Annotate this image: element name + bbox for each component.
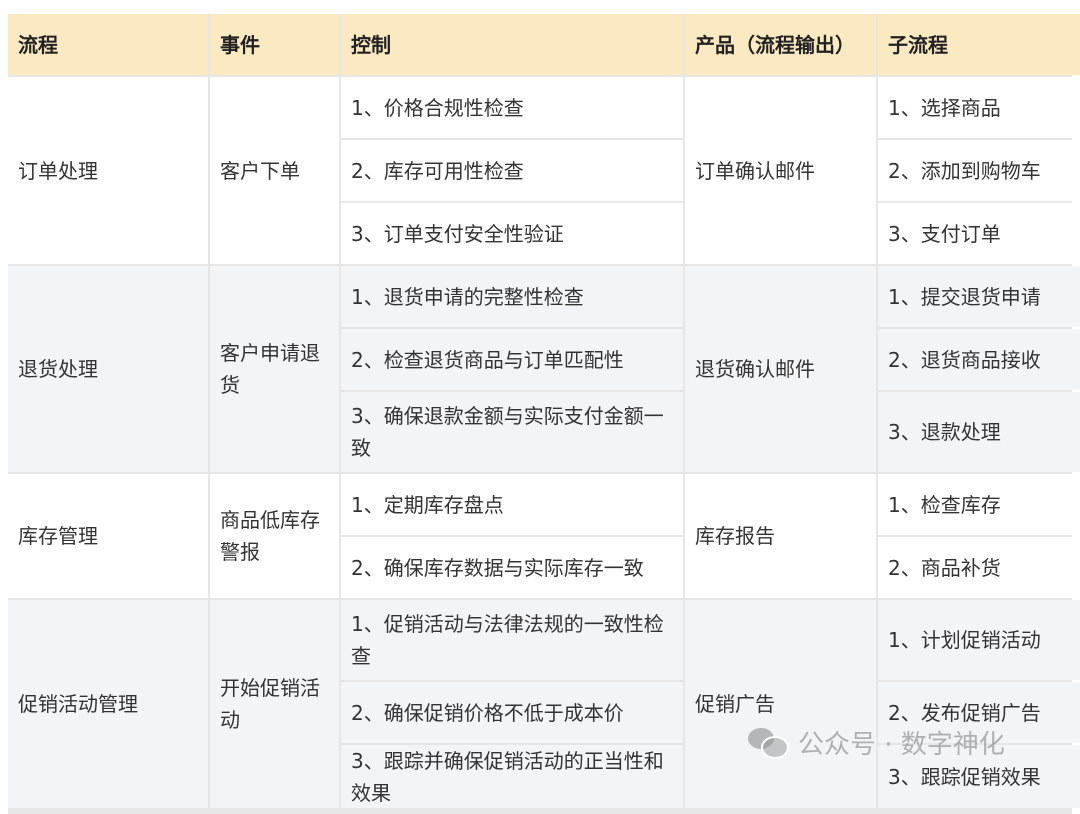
process-name: 订单处理 <box>8 77 208 264</box>
header-event: 事件 <box>210 14 339 75</box>
event-name: 商品低库存警报 <box>210 474 339 598</box>
control-item: 3、确保退款金额与实际支付金额一致 <box>341 392 683 472</box>
subprocess-item: 2、退货商品接收 <box>878 329 1080 390</box>
control-item: 3、订单支付安全性验证 <box>341 203 683 264</box>
event-name: 客户下单 <box>210 77 339 264</box>
control-item: 2、确保库存数据与实际库存一致 <box>341 537 683 598</box>
process-name: 库存管理 <box>8 474 208 598</box>
subprocess-item: 1、检查库存 <box>878 474 1080 535</box>
event-name: 开始促销活动 <box>210 600 339 808</box>
subprocess-item: 2、商品补货 <box>878 537 1080 598</box>
process-name: 退货处理 <box>8 266 208 472</box>
header-subprocess: 子流程 <box>878 14 1080 75</box>
subprocess-item: 3、跟踪促销效果 <box>878 745 1080 808</box>
control-item: 2、检查退货商品与订单匹配性 <box>341 329 683 390</box>
product-output: 退货确认邮件 <box>685 266 876 472</box>
product-output: 订单确认邮件 <box>685 77 876 264</box>
product-output: 促销广告 <box>685 600 876 808</box>
control-item: 2、确保促销价格不低于成本价 <box>341 682 683 743</box>
process-name: 促销活动管理 <box>8 600 208 808</box>
header-process: 流程 <box>8 14 208 75</box>
subprocess-item: 1、提交退货申请 <box>878 266 1080 327</box>
product-output: 库存报告 <box>685 474 876 598</box>
control-item: 1、定期库存盘点 <box>341 474 683 535</box>
header-product: 产品（流程输出） <box>685 14 876 75</box>
subprocess-item: 1、选择商品 <box>878 77 1080 138</box>
subprocess-item: 1、计划促销活动 <box>878 600 1080 680</box>
control-item: 1、促销活动与法律法规的一致性检查 <box>341 600 683 680</box>
control-item: 1、价格合规性检查 <box>341 77 683 138</box>
subprocess-item: 2、发布促销广告 <box>878 682 1080 743</box>
event-name: 客户申请退货 <box>210 266 339 472</box>
subprocess-item: 3、退款处理 <box>878 392 1080 472</box>
process-table: 流程 事件 控制 产品（流程输出） 子流程 订单处理 客户下单 1、价格合规性检… <box>8 14 1080 814</box>
subprocess-item: 2、添加到购物车 <box>878 140 1080 201</box>
control-item: 1、退货申请的完整性检查 <box>341 266 683 327</box>
subprocess-item: 3、支付订单 <box>878 203 1080 264</box>
header-control: 控制 <box>341 14 683 75</box>
control-item: 2、库存可用性检查 <box>341 140 683 201</box>
control-item: 3、跟踪并确保促销活动的正当性和效果 <box>341 745 683 808</box>
